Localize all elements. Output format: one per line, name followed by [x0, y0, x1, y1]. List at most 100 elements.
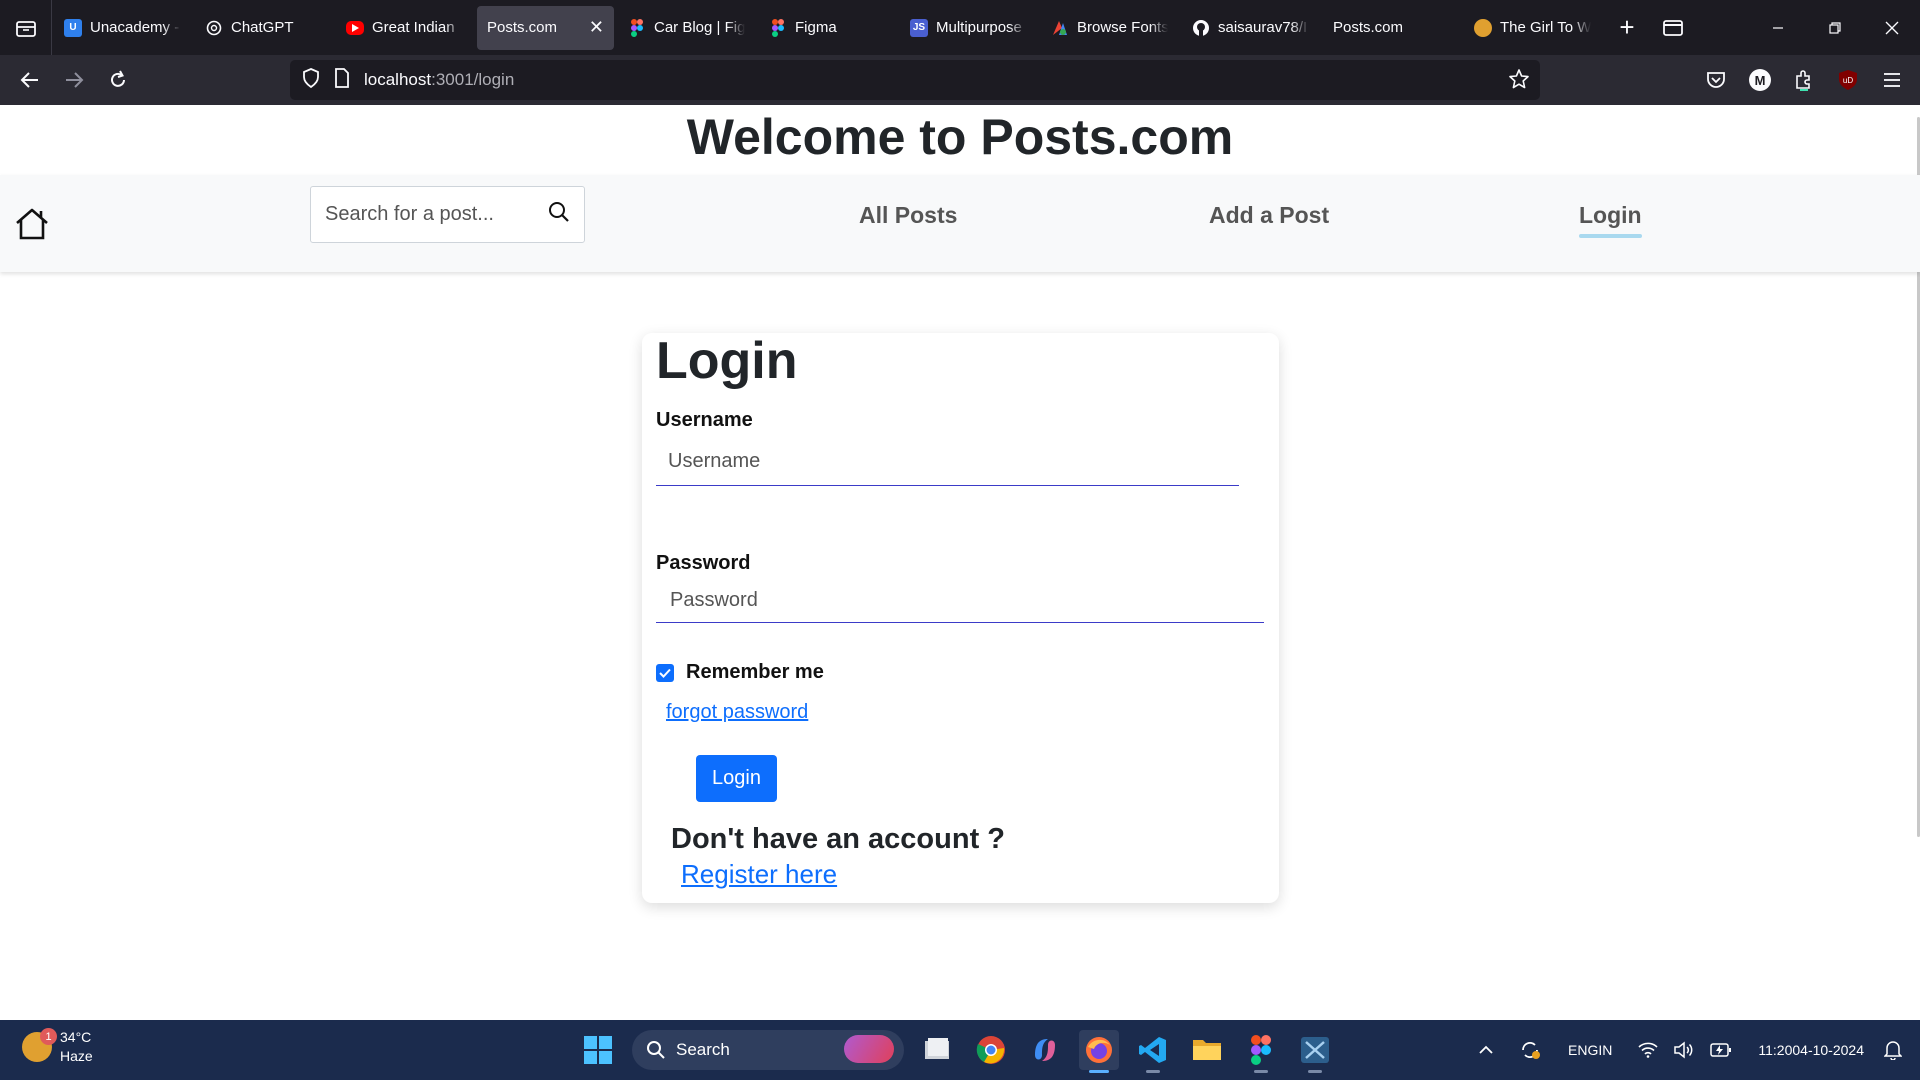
remember-me-checkbox[interactable] [656, 663, 674, 682]
home-icon[interactable] [14, 207, 50, 246]
figma-icon [769, 18, 787, 37]
vscode-icon[interactable] [1133, 1030, 1173, 1073]
unacademy-icon: U [64, 18, 82, 37]
weather-condition: Haze [60, 1048, 93, 1064]
app-running-indicator [1254, 1070, 1268, 1073]
nav-login[interactable]: Login [1579, 202, 1642, 238]
figma-icon [628, 18, 646, 37]
browser-tab-bar: U Unacademy - ChatGPT Great Indian Posts… [0, 0, 1920, 55]
clock-date: 04-10-2024 [1792, 1041, 1864, 1058]
restore-button[interactable] [1806, 0, 1863, 55]
lang-line-2: IN [1598, 1041, 1613, 1058]
register-link[interactable]: Register here [681, 859, 837, 890]
remember-me-label[interactable]: Remember me [686, 661, 824, 684]
tab-title: saisaurav78/I [1218, 19, 1308, 36]
battery-icon[interactable] [1710, 1043, 1732, 1057]
firefox-icon[interactable] [1079, 1030, 1119, 1073]
search-icon [647, 1041, 665, 1059]
tab-figma[interactable]: Figma [759, 6, 896, 50]
extensions-icon[interactable] [1790, 66, 1818, 94]
chevron-up-icon[interactable] [1478, 1045, 1494, 1055]
google-fonts-icon [1051, 19, 1069, 37]
file-explorer-icon[interactable] [1187, 1030, 1227, 1070]
weather-widget[interactable]: 1 34°C Haze [22, 1028, 93, 1066]
tab-title: Multipurpose [936, 19, 1022, 36]
username-label: Username [656, 409, 753, 431]
address-bar[interactable]: localhost:3001/login [290, 60, 1540, 100]
shield-icon[interactable] [302, 67, 320, 93]
forward-button[interactable] [52, 58, 96, 102]
url-path: :3001/login [431, 70, 515, 89]
site-navbar: All Posts Add a Post Login [0, 175, 1920, 272]
url-text[interactable]: localhost:3001/login [364, 70, 514, 90]
clock[interactable]: 11:20 04-10-2024 [1758, 1041, 1864, 1060]
username-field[interactable] [656, 437, 1239, 486]
nav-add-post[interactable]: Add a Post [1209, 202, 1329, 229]
forgot-password-link[interactable]: forgot password [666, 701, 808, 724]
password-field[interactable] [656, 578, 1264, 623]
tab-title: Great Indian [372, 19, 455, 36]
xampp-icon[interactable] [1295, 1030, 1335, 1073]
window-controls [1749, 0, 1920, 55]
chrome-icon[interactable] [971, 1030, 1011, 1070]
search-input[interactable] [325, 203, 530, 226]
system-tray: ENG IN 11:20 04-10-2024 [1470, 1020, 1920, 1080]
pocket-icon[interactable] [1702, 66, 1730, 94]
ublock-icon[interactable]: uD [1834, 66, 1862, 94]
search-icon[interactable] [548, 201, 570, 228]
tab-title: Figma [795, 19, 837, 36]
reload-button[interactable] [96, 58, 140, 102]
search-box [310, 186, 585, 243]
tab-car-blog[interactable]: Car Blog | Fig [618, 6, 755, 50]
tab-youtube[interactable]: Great Indian [336, 6, 473, 50]
search-highlight-icon [844, 1035, 894, 1063]
close-window-button[interactable] [1863, 0, 1920, 55]
windows-taskbar: 1 34°C Haze Search ENG IN 11:20 04-10-20… [0, 1020, 1920, 1080]
nav-all-posts[interactable]: All Posts [859, 202, 957, 229]
tab-multipurpose[interactable]: JS Multipurpose [900, 6, 1037, 50]
nav-login-label: Login [1579, 202, 1642, 228]
tab-list-icon[interactable] [0, 0, 52, 55]
tab-github[interactable]: saisaurav78/I [1182, 6, 1319, 50]
back-button[interactable] [8, 58, 52, 102]
page-icon[interactable] [334, 67, 350, 93]
login-button[interactable]: Login [696, 755, 777, 802]
app-running-indicator [1146, 1070, 1160, 1073]
github-icon [1192, 19, 1210, 37]
menu-icon[interactable] [1878, 66, 1906, 94]
language-indicator[interactable]: ENG IN [1568, 1041, 1612, 1060]
tab-strip: U Unacademy - ChatGPT Great Indian Posts… [52, 0, 1749, 55]
remember-me-row: Remember me [656, 661, 824, 684]
youtube-icon [346, 20, 364, 35]
tab-posts-active[interactable]: Posts.com ✕ [477, 5, 614, 50]
taskbar-search[interactable]: Search [632, 1030, 904, 1070]
close-icon[interactable]: ✕ [589, 17, 604, 38]
new-tab-button[interactable]: + [1607, 8, 1647, 48]
tab-chatgpt[interactable]: ChatGPT [195, 6, 332, 50]
copilot-icon[interactable] [1025, 1030, 1065, 1070]
browser-nav-bar: localhost:3001/login M uD [0, 55, 1920, 105]
bookmark-star-icon[interactable] [1508, 68, 1530, 95]
file-manager-icon[interactable] [917, 1030, 957, 1070]
page-viewport: Welcome to Posts.com All Posts Add a Pos… [0, 105, 1920, 1020]
tab-title: Posts.com [487, 19, 558, 36]
volume-icon[interactable] [1674, 1041, 1694, 1059]
app-running-indicator [1308, 1070, 1322, 1073]
sync-icon[interactable] [1518, 1038, 1542, 1062]
tab-unacademy[interactable]: U Unacademy - [54, 6, 191, 50]
tab-the-girl[interactable]: The Girl To W [1464, 6, 1601, 50]
tab-title: Posts.com [1333, 19, 1404, 36]
window-icon[interactable] [1653, 8, 1693, 48]
wifi-icon[interactable] [1638, 1042, 1658, 1058]
figma-icon[interactable] [1241, 1030, 1281, 1073]
notification-badge: 1 [40, 1028, 57, 1045]
minimize-button[interactable] [1749, 0, 1806, 55]
active-nav-indicator [1579, 234, 1642, 238]
account-avatar-icon[interactable]: M [1746, 66, 1774, 94]
tab-browse-fonts[interactable]: Browse Fonts [1041, 6, 1178, 50]
notification-bell-icon[interactable] [1884, 1040, 1902, 1060]
windows-start-icon[interactable] [583, 1035, 613, 1070]
svg-text:M: M [1755, 73, 1766, 88]
login-card: Login Username Password Remember me forg… [642, 332, 1279, 903]
tab-posts[interactable]: Posts.com [1323, 6, 1460, 50]
